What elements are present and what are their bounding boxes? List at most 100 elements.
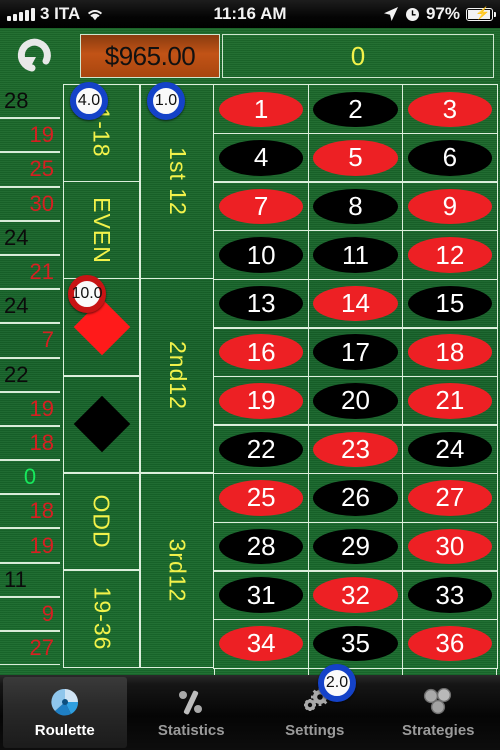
bet-cell-number-26[interactable]: 26 <box>307 472 404 523</box>
bet-cell-label: EVEN <box>88 196 115 264</box>
bet-cell-number-2[interactable]: 2 <box>307 84 404 135</box>
bet-cell-number-5[interactable]: 5 <box>307 132 404 183</box>
bet-cell-19-36[interactable]: 19-36 <box>63 569 140 669</box>
bet-cell-number-1[interactable]: 1 <box>213 84 310 135</box>
tab-statistics[interactable]: Statistics <box>130 675 254 750</box>
bet-cell-even[interactable]: EVEN <box>63 180 140 280</box>
bet-cell-number-19[interactable]: 19 <box>213 375 310 426</box>
bet-cell-number-14[interactable]: 14 <box>307 278 404 329</box>
number-oval: 15 <box>407 285 492 322</box>
number-oval: 23 <box>313 431 398 468</box>
dozen-label: 2nd12 <box>164 341 191 411</box>
history-item: 18 <box>0 495 60 530</box>
history-item: 19 <box>0 119 60 154</box>
roulette-wheel-icon <box>48 686 82 718</box>
number-oval: 27 <box>407 480 492 516</box>
number-oval: 33 <box>407 577 492 613</box>
chip-on-column-2[interactable]: 2.0 <box>318 664 356 702</box>
history-item: 25 <box>0 153 60 188</box>
bet-cell-number-9[interactable]: 9 <box>401 181 498 232</box>
battery-percent-label: 97% <box>425 4 460 23</box>
number-oval: 26 <box>313 480 398 516</box>
number-oval: 19 <box>219 383 304 419</box>
number-oval: 1 <box>219 91 304 128</box>
bet-cell-number-15[interactable]: 15 <box>401 278 498 329</box>
betting-table: 1-18 EVEN ODD 19-36 1st 12 2nd12 3rd12 123456… <box>63 82 498 669</box>
number-oval: 34 <box>219 625 304 662</box>
number-oval: 31 <box>219 577 304 613</box>
bet-cell-number-18[interactable]: 18 <box>401 327 498 378</box>
chip-on-red[interactable]: 10.0 <box>68 275 106 313</box>
status-bar: 3 ITA 11:16 AM 97% ⚡ <box>0 0 500 28</box>
number-oval: 3 <box>407 91 492 128</box>
bet-cell-number-4[interactable]: 4 <box>213 132 310 183</box>
number-oval: 5 <box>313 140 398 176</box>
bet-cell-label: ODD <box>89 494 115 549</box>
bet-cell-black[interactable] <box>63 375 140 474</box>
bet-cell-number-25[interactable]: 25 <box>213 472 310 523</box>
bet-cell-number-20[interactable]: 20 <box>307 375 404 426</box>
clock-icon <box>405 7 419 21</box>
bet-cell-number-28[interactable]: 28 <box>213 521 310 572</box>
history-item: 27 <box>0 632 60 665</box>
history-item: 22 <box>0 359 60 393</box>
bet-cell-number-27[interactable]: 27 <box>401 472 498 523</box>
bet-cell-number-33[interactable]: 33 <box>401 570 498 621</box>
tab-roulette[interactable]: Roulette <box>3 677 127 748</box>
bet-cell-odd[interactable]: ODD <box>63 472 140 571</box>
tab-strategies[interactable]: Strategies <box>377 675 500 750</box>
history-item: 28 <box>0 85 60 120</box>
bet-cell-number-29[interactable]: 29 <box>307 521 404 572</box>
bet-cell-number-22[interactable]: 22 <box>213 424 310 475</box>
battery-charging-icon: ⚡ <box>466 7 497 21</box>
bet-cell-number-17[interactable]: 17 <box>307 327 404 378</box>
percent-icon <box>174 686 208 718</box>
bet-cell-number-11[interactable]: 11 <box>307 230 404 281</box>
number-oval: 25 <box>219 480 304 516</box>
bet-cell-dozen-3[interactable]: 3rd12 <box>140 472 214 668</box>
bet-cell-number-24[interactable]: 24 <box>401 424 498 475</box>
location-arrow-icon <box>383 7 398 21</box>
history-item: 19 <box>0 393 60 427</box>
bet-cell-dozen-2[interactable]: 2nd12 <box>140 277 214 474</box>
bet-cell-number-6[interactable]: 6 <box>401 132 498 183</box>
bet-cell-number-23[interactable]: 23 <box>307 424 404 475</box>
status-bar-right: 97% ⚡ <box>383 4 497 24</box>
bet-cell-number-16[interactable]: 16 <box>213 327 310 378</box>
bet-cell-number-21[interactable]: 21 <box>401 375 498 426</box>
number-oval: 24 <box>407 431 492 468</box>
number-oval: 13 <box>219 285 304 322</box>
number-oval: 12 <box>407 237 492 273</box>
black-diamond-icon <box>73 396 130 453</box>
balance-display[interactable]: $965.00 <box>80 34 220 78</box>
bet-cell-number-8[interactable]: 8 <box>307 181 404 232</box>
chip-on-1st-12[interactable]: 1.0 <box>147 82 185 120</box>
chip-value: 1.0 <box>154 92 178 109</box>
bet-cell-number-3[interactable]: 3 <box>401 84 498 135</box>
bet-cell-label: 19-36 <box>88 586 115 651</box>
bet-cell-number-12[interactable]: 12 <box>401 230 498 281</box>
bet-cell-number-31[interactable]: 31 <box>213 570 310 621</box>
number-oval: 8 <box>313 188 398 225</box>
tab-bar: Roulette Statistics Settings Strategies <box>0 675 500 750</box>
chip-on-1-18[interactable]: 4.0 <box>70 82 108 120</box>
bet-cell-zero[interactable]: 0 <box>222 34 494 78</box>
bet-cell-number-13[interactable]: 13 <box>213 278 310 329</box>
number-oval: 9 <box>407 188 492 225</box>
number-oval: 6 <box>407 140 492 176</box>
undo-button[interactable] <box>8 34 60 80</box>
bet-cell-number-30[interactable]: 30 <box>401 521 498 572</box>
bet-cell-number-35[interactable]: 35 <box>307 618 404 669</box>
bet-cell-number-7[interactable]: 7 <box>213 181 310 232</box>
bet-cell-number-32[interactable]: 32 <box>307 570 404 621</box>
history-item: 19 <box>0 529 60 564</box>
bet-cell-number-34[interactable]: 34 <box>213 618 310 669</box>
spin-history-list[interactable]: 28 19 25 30 24 21 24 7 22 19 18 0 18 19 11 9 27 <box>0 85 60 665</box>
bet-cell-number-10[interactable]: 10 <box>213 230 310 281</box>
tab-settings[interactable]: Settings <box>253 675 377 750</box>
tab-settings-label: Settings <box>285 722 345 739</box>
bet-cell-number-36[interactable]: 36 <box>401 618 498 669</box>
number-oval: 17 <box>313 334 398 370</box>
number-oval: 30 <box>407 528 492 565</box>
number-oval: 22 <box>219 431 304 468</box>
